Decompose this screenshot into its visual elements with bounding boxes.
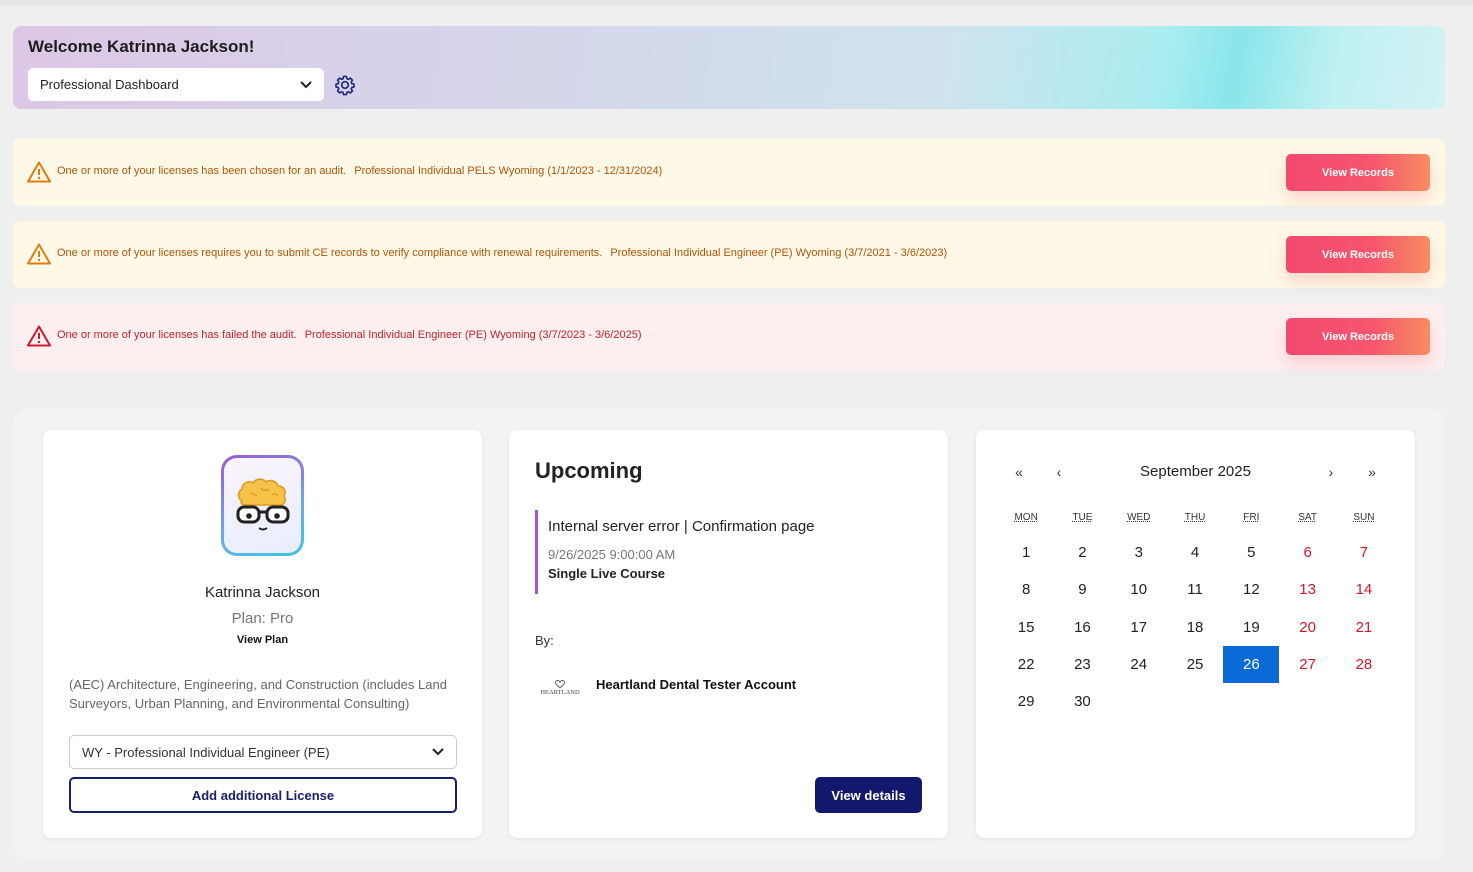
calendar-day[interactable]: 11 [1167, 571, 1223, 608]
calendar-day[interactable]: 10 [1111, 571, 1167, 608]
dashboard-select-value: Professional Dashboard [40, 77, 179, 92]
warning-icon [27, 243, 51, 265]
view-records-button[interactable]: View Records [1286, 154, 1430, 191]
calendar-day[interactable]: 16 [1054, 609, 1110, 646]
add-license-button[interactable]: Add additional License [69, 777, 457, 813]
event-datetime: 9/26/2025 9:00:00 AM [548, 547, 676, 562]
view-details-button[interactable]: View details [815, 777, 922, 813]
heartland-logo: HEARTLAND [540, 680, 580, 696]
calendar-day[interactable]: 9 [1054, 571, 1110, 608]
view-records-button[interactable]: View Records [1286, 236, 1430, 273]
calendar-day[interactable]: 3 [1111, 534, 1167, 571]
calendar-day[interactable]: 14 [1336, 571, 1392, 608]
weekday-header: THU [1184, 512, 1206, 523]
alert-message: One or more of your licenses has been ch… [57, 165, 663, 177]
calendar-day[interactable]: 23 [1054, 646, 1110, 683]
upcoming-title: Upcoming [535, 458, 643, 483]
calendar-month-label[interactable]: September 2025 [976, 463, 1415, 480]
calendar-day[interactable]: 4 [1167, 534, 1223, 571]
by-label: By: [535, 633, 554, 648]
calendar-day[interactable]: 17 [1111, 609, 1167, 646]
welcome-banner: Welcome Katrinna Jackson! Professional D… [13, 26, 1445, 109]
organization-name: Heartland Dental Tester Account [596, 677, 797, 692]
calendar-day[interactable]: 24 [1111, 646, 1167, 683]
event-type: Single Live Course [548, 566, 666, 581]
upcoming-event[interactable]: Internal server error | Confirmation pag… [535, 510, 915, 594]
calendar-day[interactable]: 12 [1223, 571, 1279, 608]
license-select-value: WY - Professional Individual Engineer (P… [82, 744, 330, 760]
calendar-next-month-button[interactable]: › [1321, 464, 1341, 480]
calendar-day[interactable]: 30 [1054, 683, 1110, 720]
weekday-header: SAT [1298, 512, 1317, 523]
calendar-day[interactable]: 2 [1054, 534, 1110, 571]
gear-icon[interactable] [334, 74, 356, 96]
dashboard-select[interactable]: Professional Dashboard [28, 68, 324, 101]
alert-message: One or more of your licenses has failed … [57, 329, 642, 341]
calendar-day[interactable]: 29 [998, 683, 1054, 720]
calendar-day[interactable]: 28 [1336, 646, 1392, 683]
profile-name: Katrinna Jackson [204, 584, 321, 601]
event-title: Internal server error | Confirmation pag… [548, 518, 815, 535]
profile-card: Katrinna Jackson Plan: Pro View Plan (AE… [43, 430, 482, 838]
profile-industry: (AEC) Architecture, Engineering, and Con… [69, 677, 447, 711]
weekday-header: FRI [1243, 512, 1260, 523]
alert-ce-records: One or more of your licenses requires yo… [13, 221, 1445, 288]
weekday-header: MON [1014, 512, 1038, 523]
calendar-day[interactable]: 27 [1279, 646, 1335, 683]
calendar-day[interactable]: 21 [1336, 609, 1392, 646]
error-warning-icon [27, 325, 51, 347]
upcoming-card: Upcoming Internal server error | Confirm… [509, 430, 948, 838]
welcome-title: Welcome Katrinna Jackson! [28, 37, 255, 56]
view-plan-link[interactable]: View Plan [43, 634, 482, 646]
calendar-card: « ‹ September 2025 › » MON TUE WED THU FRI SA… [976, 430, 1415, 838]
calendar-day[interactable]: 13 [1279, 571, 1335, 608]
chevron-down-icon [432, 748, 444, 756]
calendar-grid: MON TUE WED THU FRI SAT SUN 1 2 3 4 5 6 7 8 9 10 11 12 13 14… [998, 512, 1392, 720]
view-records-button[interactable]: View Records [1286, 318, 1430, 355]
top-divider [0, 0, 1473, 6]
calendar-day[interactable]: 15 [998, 609, 1054, 646]
brain-glasses-icon [236, 477, 289, 530]
license-select[interactable]: WY - Professional Individual Engineer (P… [69, 735, 457, 769]
calendar-day[interactable]: 1 [998, 534, 1054, 571]
profile-plan: Plan: Pro [231, 610, 294, 627]
warning-icon [27, 161, 51, 183]
calendar-day-selected[interactable]: 26 [1223, 645, 1280, 684]
alert-audit-chosen: One or more of your licenses has been ch… [13, 139, 1445, 206]
calendar-day[interactable]: 18 [1167, 609, 1223, 646]
svg-text:HEARTLAND: HEARTLAND [540, 689, 580, 696]
calendar-day[interactable]: 8 [998, 571, 1054, 608]
weekday-header: TUE [1072, 512, 1093, 523]
calendar-next-year-button[interactable]: » [1362, 464, 1382, 480]
calendar-day[interactable]: 19 [1223, 609, 1279, 646]
calendar-day[interactable]: 7 [1336, 534, 1392, 571]
calendar-day[interactable]: 22 [998, 646, 1054, 683]
alert-message: One or more of your licenses requires yo… [57, 247, 948, 259]
calendar-day[interactable]: 20 [1279, 609, 1335, 646]
weekday-header: SUN [1353, 512, 1375, 523]
chevron-down-icon [300, 80, 312, 88]
avatar [221, 455, 304, 556]
calendar-day[interactable]: 5 [1223, 534, 1279, 571]
calendar-day[interactable]: 25 [1167, 646, 1223, 683]
weekday-header: WED [1127, 512, 1151, 523]
alert-audit-failed: One or more of your licenses has failed … [13, 303, 1445, 370]
calendar-day[interactable]: 6 [1279, 534, 1335, 571]
